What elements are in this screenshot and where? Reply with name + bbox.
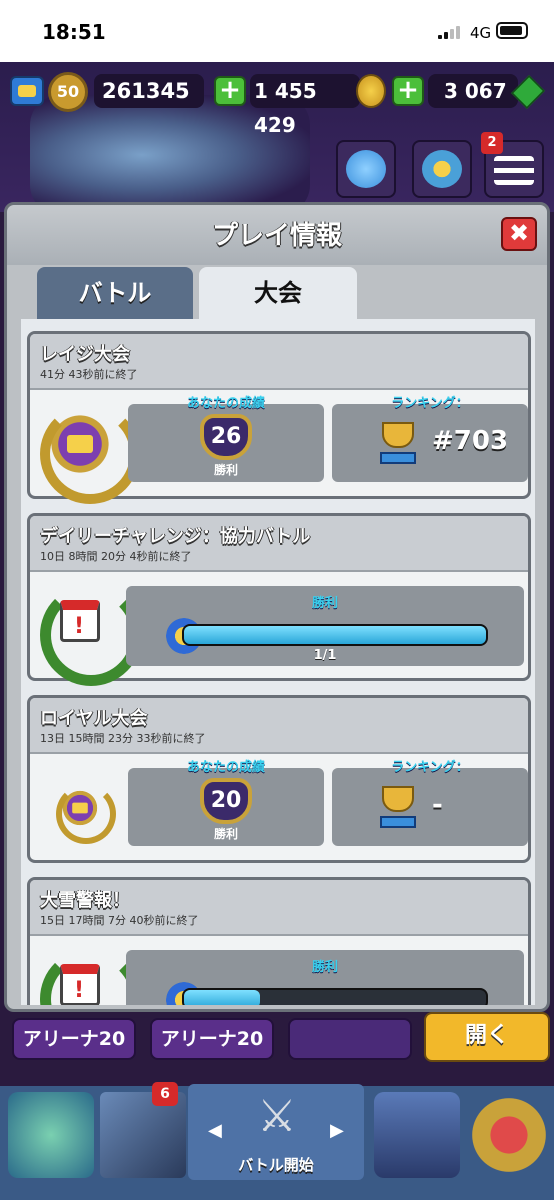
social-button[interactable] xyxy=(336,140,396,198)
tournament-card: 大雪警報！ 15日 17時間 7分 40秒前に終了 ! 勝利 xyxy=(27,877,531,1005)
tournament-ended-time: 13日 15時間 23分 33秒前に終了 xyxy=(40,732,206,745)
shop-chest-icon[interactable] xyxy=(8,1092,94,1178)
status-time: 18:51 xyxy=(42,20,106,44)
ranking-label: ランキング： xyxy=(391,760,469,775)
progress-panel: 勝利 xyxy=(126,950,524,1005)
open-button[interactable]: 開く xyxy=(424,1012,550,1062)
friends-icon xyxy=(346,150,386,188)
tournament-title: ロイヤル大会 xyxy=(40,708,148,729)
wins-shield-icon: 20 xyxy=(200,778,252,824)
signal-icon xyxy=(438,25,464,39)
tournament-emblem-icon xyxy=(56,784,116,844)
arrow-right-icon[interactable]: ▶ xyxy=(330,1120,344,1141)
progress-label: 勝利 xyxy=(311,596,338,611)
card-header: レイジ大会 41分 43秒前に終了 xyxy=(30,334,528,390)
progress-fill xyxy=(184,990,260,1005)
ranking-label: ランキング： xyxy=(391,396,469,411)
network-label: 4G xyxy=(470,24,492,42)
result-label: あなたの成績 xyxy=(186,760,265,775)
clan-shield-icon[interactable] xyxy=(374,1092,460,1178)
crown-avatar-icon xyxy=(422,150,462,188)
trophy-counter: 261345 xyxy=(94,74,204,108)
modal-header: プレイ情報 ✖ xyxy=(7,205,547,265)
wins-label: 勝利 xyxy=(213,827,238,841)
ranking-panel: ランキング： - xyxy=(332,760,528,846)
king-tower-icon[interactable] xyxy=(10,76,44,106)
tournament-ended-time: 41分 43秒前に終了 xyxy=(40,368,138,381)
battery-icon xyxy=(496,22,528,39)
progress-fill xyxy=(184,626,486,644)
profile-button[interactable] xyxy=(412,140,472,198)
tournament-title: 大雪警報！ xyxy=(40,890,130,911)
result-panel: あなたの成績 26 勝利 xyxy=(128,396,324,482)
gold-counter: 1 455 429 xyxy=(250,74,360,137)
result-panel: あなたの成績 20 勝利 xyxy=(128,760,324,846)
events-calendar-icon[interactable] xyxy=(466,1092,552,1178)
tournament-ended-time: 15日 17時間 7分 40秒前に終了 xyxy=(40,914,199,927)
rank-value: - xyxy=(432,790,443,820)
crossed-swords-icon: ⚔ xyxy=(257,1091,297,1142)
add-gold-button[interactable]: + xyxy=(214,76,246,106)
progress-label: 勝利 xyxy=(311,960,338,975)
level-badge: 50 xyxy=(48,72,88,112)
progress-text: 1/1 xyxy=(313,648,337,663)
tournament-emblem-icon xyxy=(40,404,140,504)
modal-title: プレイ情報 xyxy=(211,221,342,251)
empty-chest-slot[interactable] xyxy=(288,1018,412,1060)
card-header: デイリーチャレンジ：協力バトル 10日 8時間 20分 4秒前に終了 xyxy=(30,516,528,572)
play-info-modal: プレイ情報 ✖ バトル 大会 レイジ大会 41分 43秒前に終了 あなたの成績 … xyxy=(4,202,550,1012)
tournament-title: レイジ大会 xyxy=(40,344,130,365)
arrow-left-icon[interactable]: ◀ xyxy=(208,1120,222,1141)
home-indicator xyxy=(0,1180,554,1200)
close-button[interactable]: ✖ xyxy=(501,217,537,251)
calendar-icon: ! xyxy=(40,948,142,1005)
add-gems-button[interactable]: + xyxy=(392,76,424,106)
trophy-icon xyxy=(378,786,418,830)
tournament-list[interactable]: レイジ大会 41分 43秒前に終了 あなたの成績 26 勝利 ランキング： #7… xyxy=(21,319,535,1005)
hamburger-icon xyxy=(494,156,534,185)
card-header: ロイヤル大会 13日 15時間 23分 33秒前に終了 xyxy=(30,698,528,754)
tab-battle[interactable]: バトル xyxy=(37,267,193,319)
tournament-card: レイジ大会 41分 43秒前に終了 あなたの成績 26 勝利 ランキング： #7… xyxy=(27,331,531,504)
tournament-card: デイリーチャレンジ：協力バトル 10日 8時間 20分 4秒前に終了 ! 勝利 … xyxy=(27,513,531,686)
notification-badge: 2 xyxy=(481,132,503,154)
progress-panel: 勝利 1/1 xyxy=(126,586,524,666)
tab-tournament[interactable]: 大会 xyxy=(199,267,357,319)
progress-bar xyxy=(182,988,488,1005)
result-label: あなたの成績 xyxy=(186,396,265,411)
battle-start-label: バトル開始 xyxy=(238,1156,314,1174)
rank-value: #703 xyxy=(432,426,509,456)
wins-label: 勝利 xyxy=(213,463,238,477)
status-bar: 18:51 4G xyxy=(0,0,554,62)
tournament-title: デイリーチャレンジ：協力バトル xyxy=(40,526,311,547)
tournament-card: ロイヤル大会 13日 15時間 23分 33秒前に終了 あなたの成績 20 勝利… xyxy=(27,695,531,863)
wins-shield-icon: 26 xyxy=(200,414,252,460)
gem-counter: 3 067 xyxy=(428,74,518,108)
progress-bar xyxy=(182,624,488,646)
arena-button[interactable]: アリーナ20 xyxy=(150,1018,274,1060)
card-header: 大雪警報！ 15日 17時間 7分 40秒前に終了 xyxy=(30,880,528,936)
arena-button[interactable]: アリーナ20 xyxy=(12,1018,136,1060)
ranking-panel: ランキング： #703 xyxy=(332,396,528,482)
cards-badge: 6 xyxy=(152,1082,178,1106)
tournament-ended-time: 10日 8時間 20分 4秒前に終了 xyxy=(40,550,192,563)
gold-coin-icon xyxy=(356,74,386,108)
trophy-icon xyxy=(378,422,418,466)
calendar-icon: ! xyxy=(40,584,142,686)
